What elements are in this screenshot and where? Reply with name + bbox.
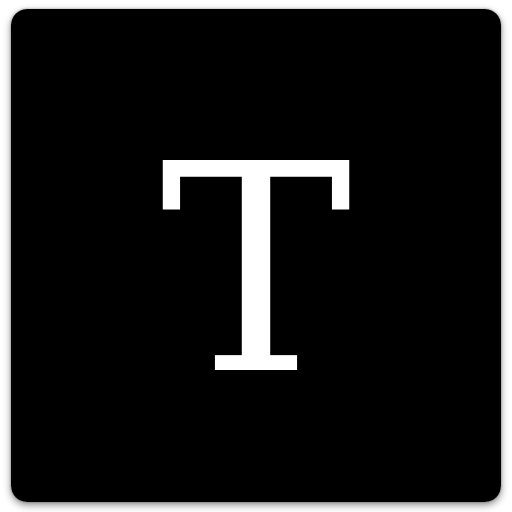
icon-letter: T: [160, 103, 354, 438]
icon-canvas: T: [0, 0, 512, 512]
text-icon: T: [11, 9, 501, 502]
app-icon-tile[interactable]: T: [11, 9, 501, 502]
